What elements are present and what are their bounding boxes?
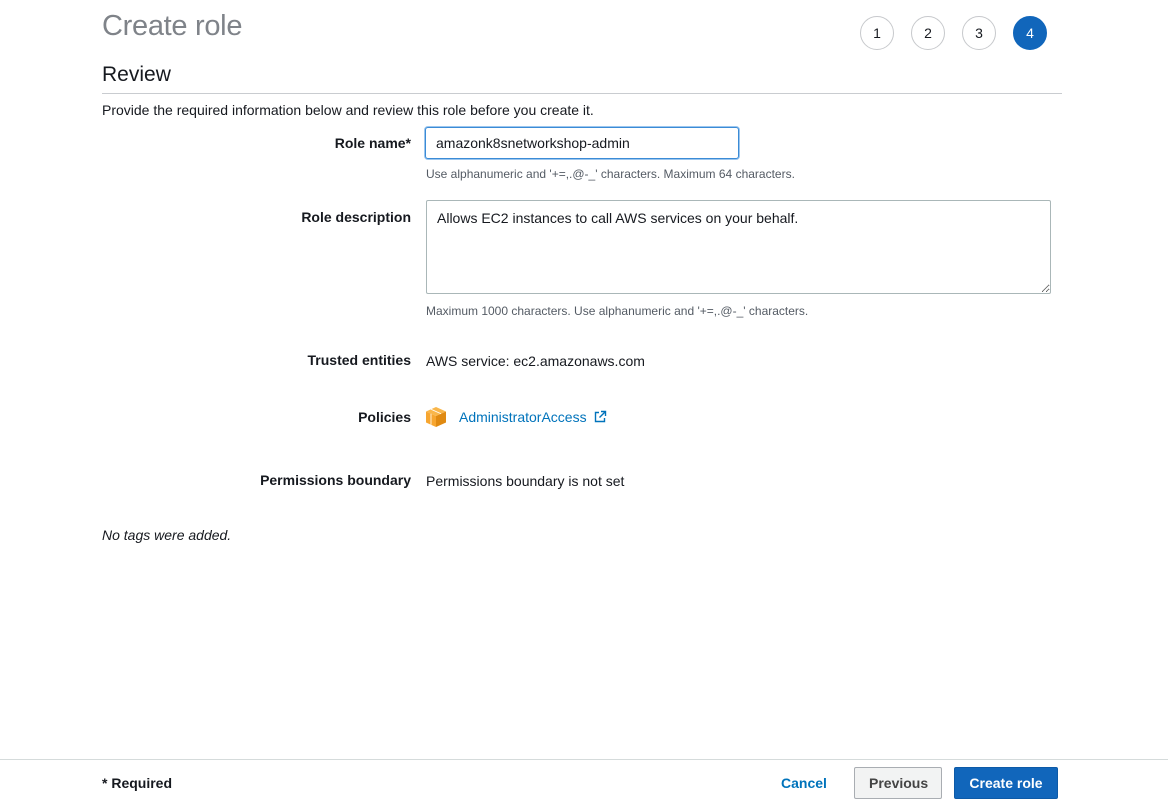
step-4-current: 4 [1013,16,1047,50]
permissions-boundary-value: Permissions boundary is not set [426,473,625,489]
policy-link-label: AdministratorAccess [459,409,587,425]
role-description-hint: Maximum 1000 characters. Use alphanumeri… [426,304,809,318]
intro-text: Provide the required information below a… [102,102,594,118]
role-description-label: Role description [301,209,411,225]
create-role-button[interactable]: Create role [954,767,1058,799]
section-divider [102,93,1062,94]
step-2[interactable]: 2 [911,16,945,50]
permissions-boundary-label: Permissions boundary [260,472,411,488]
step-1[interactable]: 1 [860,16,894,50]
step-3[interactable]: 3 [962,16,996,50]
role-name-hint: Use alphanumeric and '+=,.@-_' character… [426,167,795,181]
trusted-entities-value: AWS service: ec2.amazonaws.com [426,353,645,369]
policy-cube-icon [426,407,446,427]
role-description-textarea[interactable]: Allows EC2 instances to call AWS service… [426,200,1051,294]
role-name-input[interactable] [425,127,739,159]
administrator-access-link[interactable]: AdministratorAccess [459,409,607,425]
wizard-steps: 1 2 3 4 [860,16,1047,50]
trusted-entities-label: Trusted entities [307,352,411,368]
cancel-button[interactable]: Cancel [781,775,827,791]
required-note: * Required [102,775,173,791]
footer-divider [0,759,1168,760]
policy-item: AdministratorAccess [425,406,607,428]
section-title: Review [102,63,171,86]
create-role-page: Create role 1 2 3 4 Review Provide the r… [0,0,1168,802]
previous-button[interactable]: Previous [854,767,942,799]
policies-label: Policies [358,409,411,425]
external-link-icon [594,410,606,423]
role-name-label: Role name* [334,135,411,151]
page-title: Create role [102,10,243,42]
no-tags-note: No tags were added. [102,527,232,543]
